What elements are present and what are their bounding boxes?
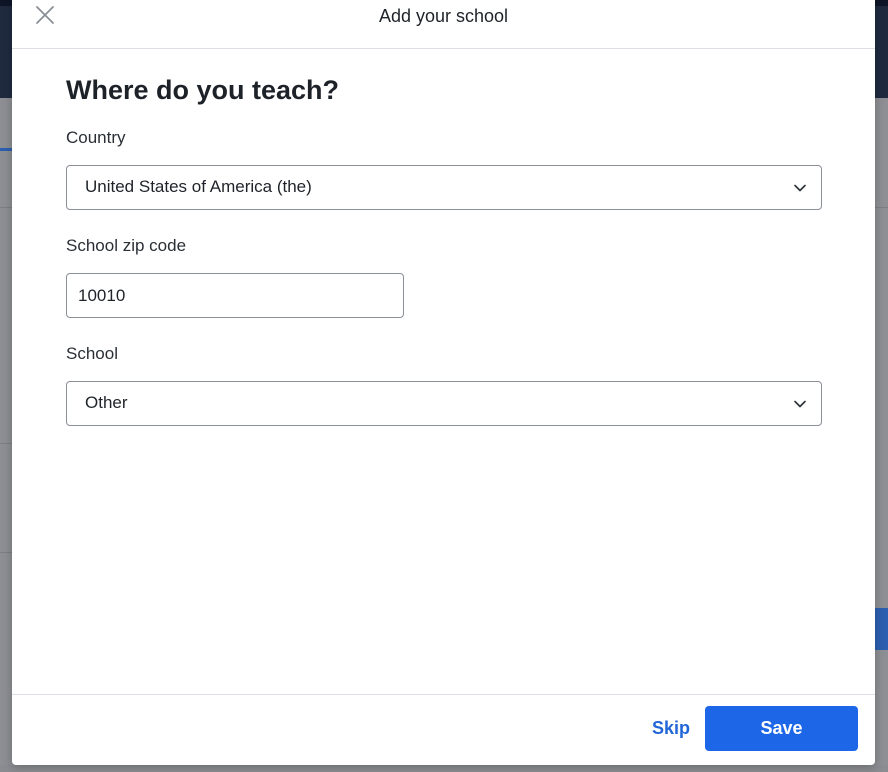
background-tab-indicator: [0, 148, 12, 151]
page-heading: Where do you teach?: [66, 75, 340, 105]
background-bottom-edge: [0, 765, 888, 772]
school-select[interactable]: Other: [66, 381, 822, 426]
country-label: Country: [66, 128, 126, 147]
background-divider: [0, 207, 12, 208]
add-school-modal: Add your school Where do you teach? Coun…: [12, 0, 875, 765]
chevron-down-icon: [794, 184, 806, 192]
school-label: School: [66, 344, 118, 363]
country-selected-value: United States of America (the): [85, 177, 312, 196]
school-selected-value: Other: [85, 393, 128, 412]
zip-label: School zip code: [66, 236, 187, 255]
modal-header: Add your school: [12, 0, 875, 49]
country-select[interactable]: United States of America (the): [66, 165, 822, 210]
background-divider: [875, 207, 888, 208]
zip-code-input[interactable]: [66, 273, 404, 318]
save-button[interactable]: Save: [705, 706, 858, 751]
background-right-panel: [875, 98, 888, 772]
modal-body: Where do you teach? Country United State…: [66, 72, 822, 426]
background-left-panel: [0, 98, 12, 772]
background-button: [875, 608, 888, 650]
background-divider: [0, 443, 12, 444]
modal-title: Add your school: [378, 6, 509, 26]
modal-footer: Skip Save: [12, 694, 875, 765]
background-divider: [0, 552, 12, 553]
skip-button[interactable]: Skip: [652, 718, 690, 739]
chevron-down-icon: [794, 400, 806, 408]
